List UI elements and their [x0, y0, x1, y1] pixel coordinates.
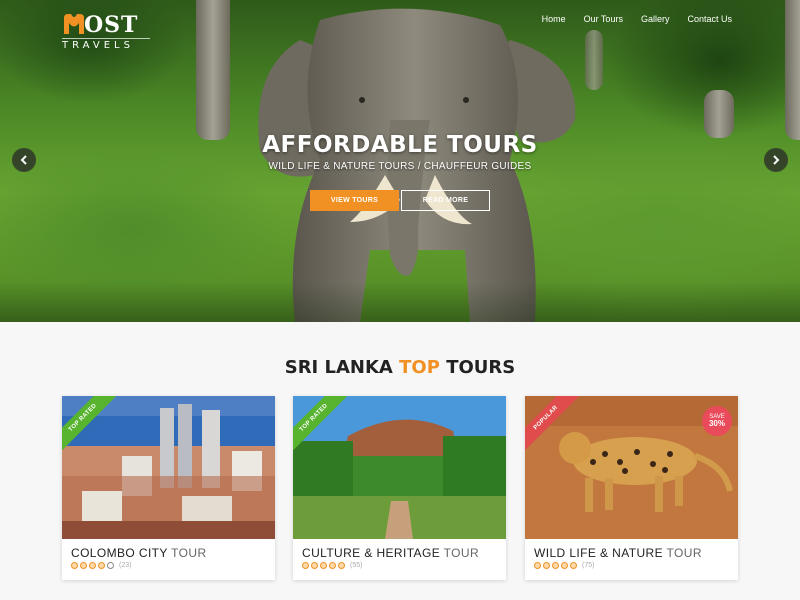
- star-icon: [543, 562, 550, 569]
- carousel-prev-button[interactable]: [12, 148, 36, 172]
- tour-card-colombo[interactable]: TOP RATED COLOMBO CITY TOUR (23): [62, 396, 275, 580]
- star-icon: [302, 562, 309, 569]
- tree-trunk: [196, 0, 230, 140]
- nav-contact-us[interactable]: Contact Us: [687, 14, 732, 24]
- tour-image-wildlife: POPULAR SAVE 30%: [525, 396, 738, 539]
- save-badge-value: 30%: [708, 419, 725, 428]
- save-badge: SAVE 30%: [702, 406, 732, 436]
- tour-title: CULTURE & HERITAGE TOUR: [302, 546, 479, 560]
- review-count: (23): [119, 562, 132, 569]
- star-icon: [534, 562, 541, 569]
- nav-gallery[interactable]: Gallery: [641, 14, 670, 24]
- view-tours-button[interactable]: VIEW TOURS: [310, 190, 399, 211]
- star-icon: [570, 562, 577, 569]
- tour-title-light: TOUR: [443, 546, 480, 560]
- chevron-right-icon: [773, 155, 780, 165]
- tour-title: COLOMBO CITY TOUR: [71, 546, 207, 560]
- section-title-post: TOURS: [446, 357, 516, 378]
- brand-logo[interactable]: OST TRAVELS: [62, 8, 150, 52]
- hero-subtitle: WILD LIFE & NATURE TOURS / CHAUFFEUR GUI…: [268, 161, 532, 172]
- tree-trunk: [585, 30, 603, 90]
- star-icon: [311, 562, 318, 569]
- tour-title-light: TOUR: [666, 546, 702, 560]
- chevron-left-icon: [20, 155, 27, 165]
- tour-card-culture[interactable]: TOP RATED CULTURE & HERITAGE TOUR (55): [293, 396, 506, 580]
- star-icon: [80, 562, 87, 569]
- tour-image-colombo: TOP RATED: [62, 396, 275, 539]
- star-icon: [89, 562, 96, 569]
- star-icon: [338, 562, 345, 569]
- tour-card-wildlife[interactable]: POPULAR SAVE 30% WILD LIFE & NATURE TOUR…: [525, 396, 738, 580]
- section-title: SRI LANKA TOP TOURS: [0, 357, 800, 378]
- rating: (55): [302, 562, 362, 569]
- tour-title: WILD LIFE & NATURE TOUR: [534, 546, 702, 560]
- read-more-button[interactable]: READ MORE: [401, 190, 490, 211]
- logo-m-icon: [64, 14, 84, 34]
- star-icon: [561, 562, 568, 569]
- nav-home[interactable]: Home: [542, 14, 566, 24]
- nav-our-tours[interactable]: Our Tours: [584, 14, 623, 24]
- tour-title-bold: COLOMBO CITY: [71, 546, 168, 560]
- tour-title-light: TOUR: [171, 546, 207, 560]
- star-icon: [71, 562, 78, 569]
- star-icon: [329, 562, 336, 569]
- star-icon: [552, 562, 559, 569]
- rating: (23): [71, 562, 131, 569]
- review-count: (55): [350, 562, 363, 569]
- tree-stump: [704, 90, 734, 138]
- section-title-highlight: TOP: [399, 357, 440, 378]
- rating: (75): [534, 562, 594, 569]
- tree-trunk: [785, 0, 800, 140]
- logo-subtitle: TRAVELS: [62, 38, 150, 51]
- section-title-pre: SRI LANKA: [284, 357, 393, 378]
- tour-title-bold: CULTURE & HERITAGE: [302, 546, 441, 560]
- hero-title: AFFORDABLE TOURS: [262, 132, 538, 158]
- logo-wordmark: OST: [84, 12, 139, 38]
- star-empty-icon: [107, 562, 114, 569]
- carousel-next-button[interactable]: [764, 148, 788, 172]
- main-nav: Home Our Tours Gallery Contact Us: [542, 14, 732, 24]
- review-count: (75): [582, 562, 595, 569]
- tour-image-culture: TOP RATED: [293, 396, 506, 539]
- star-icon: [98, 562, 105, 569]
- tour-title-bold: WILD LIFE & NATURE: [534, 546, 663, 560]
- star-icon: [320, 562, 327, 569]
